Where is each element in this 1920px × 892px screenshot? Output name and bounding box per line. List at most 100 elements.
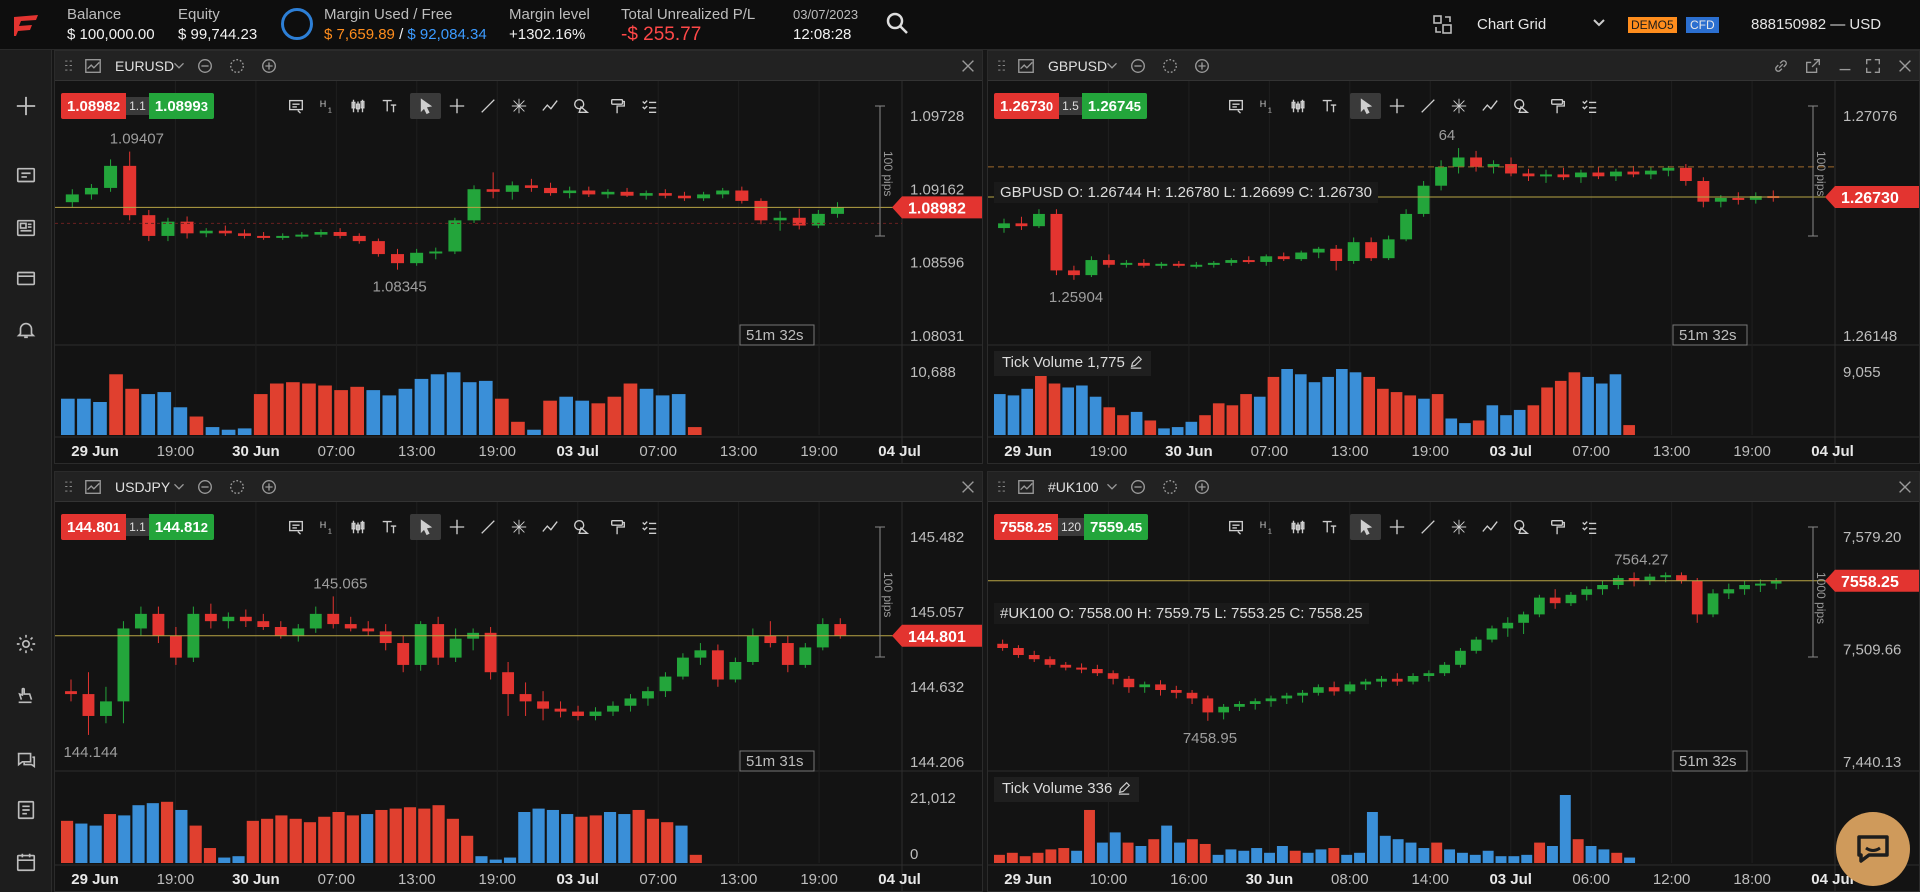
zoom-out-icon[interactable] — [1128, 477, 1148, 497]
buy-button[interactable]: 1.0899 3 — [148, 93, 214, 119]
zoom-in-icon[interactable] — [259, 56, 279, 76]
fibonacci-icon[interactable] — [503, 93, 534, 119]
close-icon[interactable] — [1895, 56, 1915, 76]
paint-roller-icon[interactable] — [602, 514, 633, 540]
sell-button[interactable]: 1.2673 0 — [994, 93, 1060, 119]
fibonacci-icon[interactable] — [1443, 93, 1474, 119]
drag-handle-icon[interactable] — [992, 477, 1012, 497]
add-icon[interactable] — [12, 92, 40, 120]
text-tool-icon[interactable] — [373, 93, 404, 119]
sell-button[interactable]: 144.80 1 — [61, 514, 127, 540]
pencil-icon[interactable] — [1117, 781, 1131, 799]
crosshair-circle-icon[interactable] — [1160, 56, 1180, 76]
object-list-icon[interactable] — [633, 93, 664, 119]
panel-symbol-selector[interactable]: GBPUSD — [1048, 58, 1107, 74]
minimize-icon[interactable] — [1835, 56, 1855, 76]
indicator-icon[interactable] — [1220, 514, 1251, 540]
shapes-icon[interactable] — [565, 514, 596, 540]
fibonacci-icon[interactable] — [503, 514, 534, 540]
crosshair-circle-icon[interactable] — [227, 56, 247, 76]
cursor-icon[interactable] — [410, 93, 441, 119]
chart-panel-eurusd[interactable]: EURUSD 100 pips 1.09728 1.09162 1.08596 1.080… — [54, 50, 983, 464]
pencil-icon[interactable] — [1129, 355, 1143, 373]
chat-bubbles-icon[interactable] — [12, 746, 40, 774]
chart-type-icon[interactable] — [1282, 93, 1313, 119]
close-icon[interactable] — [958, 56, 978, 76]
chart-canvas[interactable]: 100 pips 145.482 145.057 144.632 144.206 144.… — [55, 502, 983, 892]
timeframe-h1-icon[interactable]: H1 — [1251, 514, 1282, 540]
indicator-icon[interactable] — [280, 93, 311, 119]
fibonacci-icon[interactable] — [1443, 514, 1474, 540]
timeframe-h1-icon[interactable]: H1 — [311, 514, 342, 540]
cursor-icon[interactable] — [1350, 93, 1381, 119]
object-list-icon[interactable] — [633, 514, 664, 540]
bell-icon[interactable] — [12, 316, 40, 344]
buy-button[interactable]: 1.2674 5 — [1081, 93, 1147, 119]
crosshair-icon[interactable] — [441, 93, 472, 119]
cursor-icon[interactable] — [410, 514, 441, 540]
panel-symbol-selector[interactable]: EURUSD — [115, 58, 174, 74]
crosshair-circle-icon[interactable] — [227, 477, 247, 497]
indicator-icon[interactable] — [280, 514, 311, 540]
chart-type-icon[interactable] — [342, 93, 373, 119]
chart-type-icon[interactable] — [1282, 514, 1313, 540]
chevron-down-icon[interactable] — [1102, 56, 1122, 76]
drag-handle-icon[interactable] — [59, 477, 79, 497]
support-chat-button[interactable] — [1836, 812, 1910, 886]
zoom-out-icon[interactable] — [195, 56, 215, 76]
object-list-icon[interactable] — [1573, 93, 1604, 119]
trend-line-icon[interactable] — [472, 514, 503, 540]
paint-roller-icon[interactable] — [1542, 514, 1573, 540]
chart-canvas[interactable]: 100 pips1.270761.261481.26730641.2590451… — [988, 81, 1920, 464]
chevron-down-icon[interactable] — [1102, 477, 1122, 497]
crosshair-icon[interactable] — [1381, 93, 1412, 119]
link-icon[interactable] — [1771, 56, 1791, 76]
chart-canvas[interactable]: 1000 pips 7,579.20 7,509.66 7,440.13 7558.25… — [988, 502, 1920, 892]
chart-line-icon[interactable] — [1016, 56, 1036, 76]
polyline-icon[interactable] — [534, 514, 565, 540]
chart-type-icon[interactable] — [342, 514, 373, 540]
chart-line-icon[interactable] — [1016, 477, 1036, 497]
chevron-down-icon[interactable] — [169, 477, 189, 497]
trend-line-icon[interactable] — [1412, 93, 1443, 119]
panel-symbol-selector[interactable]: USDJPY — [115, 479, 170, 495]
timeframe-h1-icon[interactable]: H1 — [1251, 93, 1282, 119]
sell-button[interactable]: 1.0898 2 — [61, 93, 127, 119]
chevron-down-icon[interactable] — [169, 56, 189, 76]
account-select[interactable]: 888150982 — USD — [1751, 16, 1881, 33]
maximize-icon[interactable] — [1863, 56, 1883, 76]
zoom-in-icon[interactable] — [259, 477, 279, 497]
text-tool-icon[interactable] — [1313, 93, 1344, 119]
zoom-in-icon[interactable] — [1192, 477, 1212, 497]
chart-panel-gbpusd[interactable]: GBPUSD 100 pips 1.27076 1.26148 1.26730 64 1.2… — [987, 50, 1920, 464]
drag-handle-icon[interactable] — [992, 56, 1012, 76]
buy-button[interactable]: 144.81 2 — [148, 514, 214, 540]
trend-line-icon[interactable] — [1412, 514, 1443, 540]
shapes-icon[interactable] — [1505, 514, 1536, 540]
search-icon[interactable] — [885, 11, 911, 37]
trend-line-icon[interactable] — [472, 93, 503, 119]
sell-button[interactable]: 7558. 25 — [994, 514, 1059, 540]
layout-select[interactable]: Chart Grid — [1477, 16, 1546, 33]
crosshair-icon[interactable] — [1381, 514, 1412, 540]
layout-switch-icon[interactable] — [1432, 14, 1454, 36]
shapes-icon[interactable] — [565, 93, 596, 119]
zoom-out-icon[interactable] — [1128, 56, 1148, 76]
close-icon[interactable] — [958, 477, 978, 497]
chart-line-icon[interactable] — [83, 56, 103, 76]
polyline-icon[interactable] — [1474, 514, 1505, 540]
polyline-icon[interactable] — [1474, 93, 1505, 119]
news-icon[interactable] — [12, 796, 40, 824]
drag-handle-icon[interactable] — [59, 56, 79, 76]
crosshair-circle-icon[interactable] — [1160, 477, 1180, 497]
text-tool-icon[interactable] — [1313, 514, 1344, 540]
shapes-icon[interactable] — [1505, 93, 1536, 119]
wallet-icon[interactable] — [12, 264, 40, 292]
buy-button[interactable]: 7559. 45 — [1084, 514, 1149, 540]
gear-icon[interactable] — [12, 630, 40, 658]
dashboard-icon[interactable] — [12, 214, 40, 242]
close-icon[interactable] — [1895, 477, 1915, 497]
text-tool-icon[interactable] — [373, 514, 404, 540]
cursor-icon[interactable] — [1350, 514, 1381, 540]
paint-roller-icon[interactable] — [602, 93, 633, 119]
